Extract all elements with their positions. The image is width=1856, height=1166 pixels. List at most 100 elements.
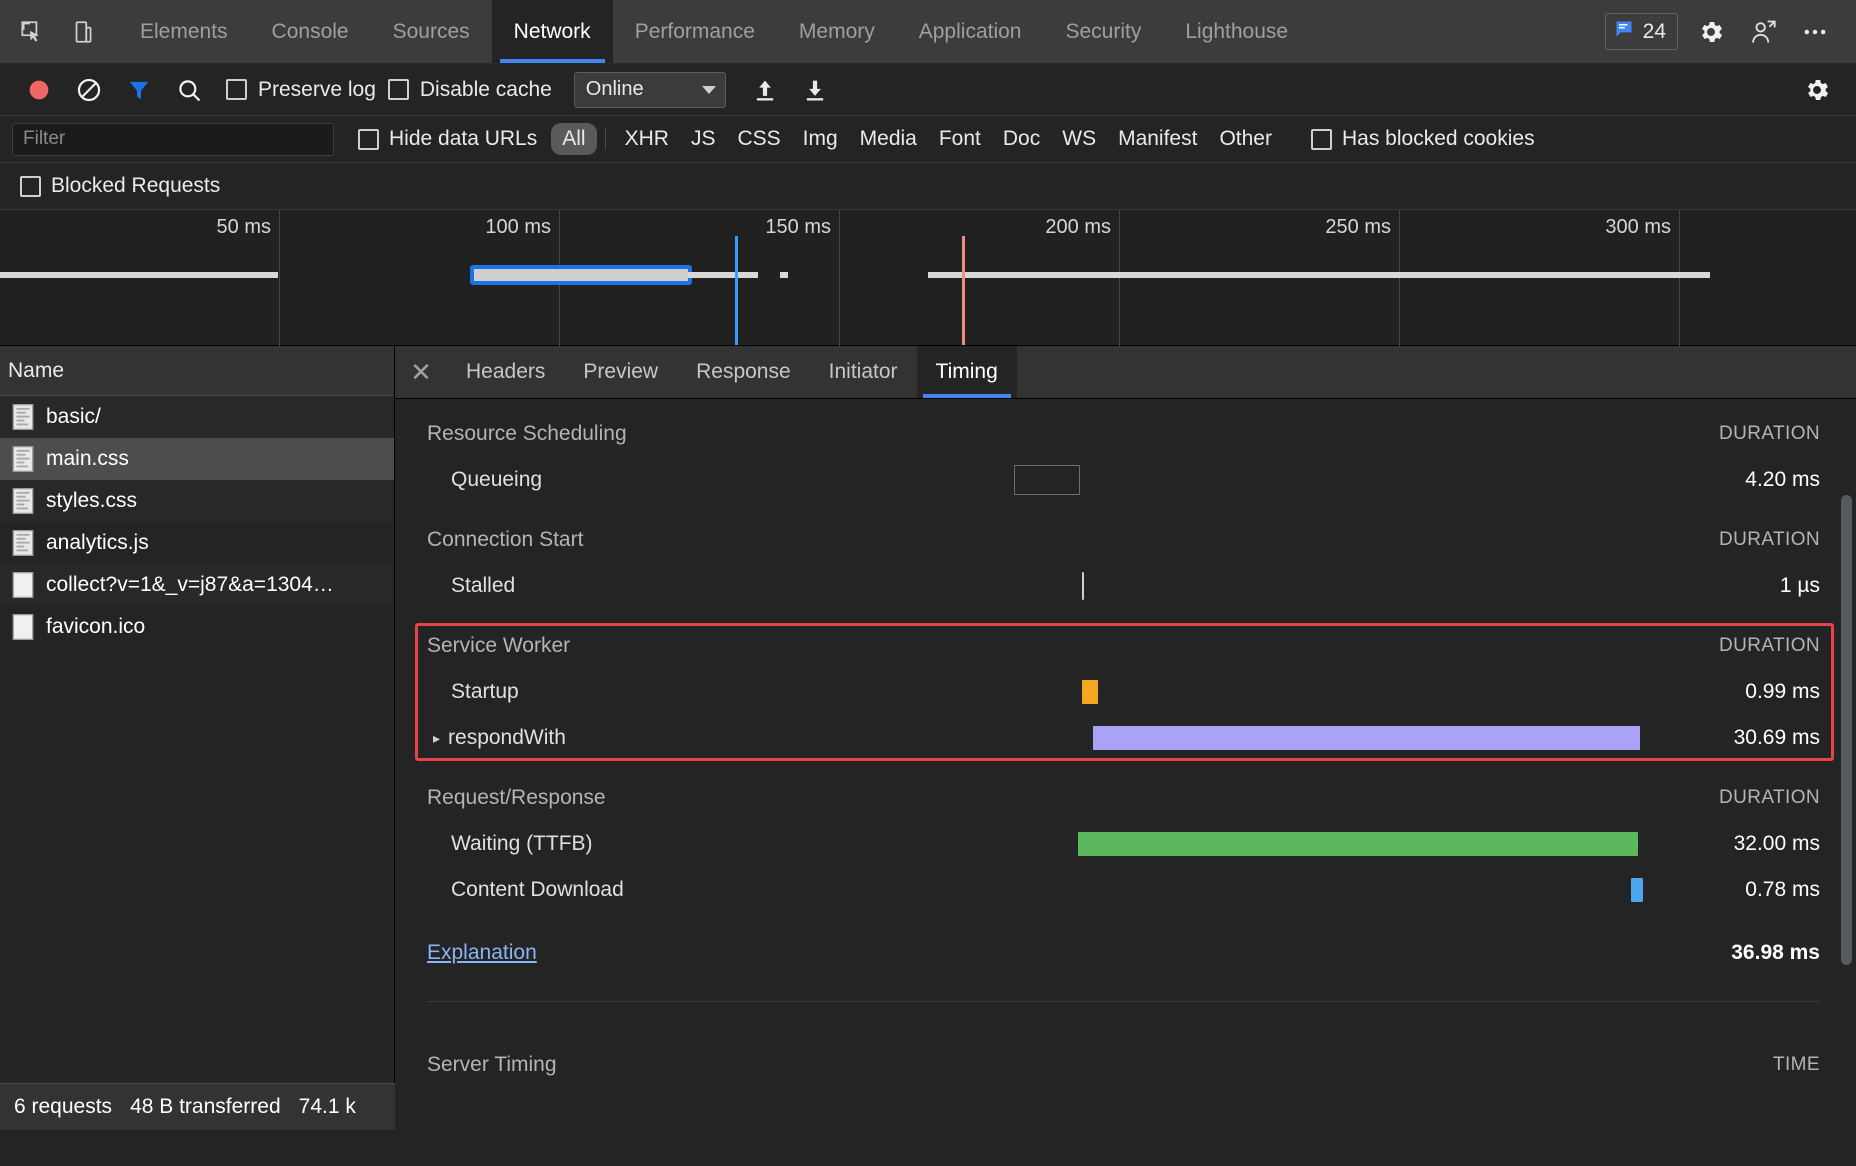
clear-icon[interactable] xyxy=(64,69,114,111)
inspect-element-icon[interactable] xyxy=(14,15,48,49)
preserve-log-box[interactable] xyxy=(226,79,247,100)
overview-tick-50ms: 50 ms xyxy=(217,216,279,239)
timing-row-stalled: Stalled 1 µs xyxy=(395,563,1856,609)
device-toolbar-icon[interactable] xyxy=(66,15,100,49)
type-filter-ws[interactable]: WS xyxy=(1051,123,1107,155)
timing-bar-area xyxy=(807,563,1688,609)
network-settings-gear-icon[interactable] xyxy=(1792,69,1842,111)
timing-row-respondwith[interactable]: ▸ respondWith 30.69 ms xyxy=(395,715,1856,761)
tab-timing[interactable]: Timing xyxy=(917,346,1017,398)
hide-data-urls-checkbox[interactable]: Hide data URLs xyxy=(358,127,537,151)
type-filter-all[interactable]: All xyxy=(551,123,596,155)
type-filter-img[interactable]: Img xyxy=(792,123,849,155)
type-filter-media[interactable]: Media xyxy=(849,123,928,155)
tab-label: Elements xyxy=(140,20,228,44)
type-filter-manifest[interactable]: Manifest xyxy=(1107,123,1208,155)
request-row-analytics-js[interactable]: analytics.js xyxy=(0,522,394,564)
request-name: basic/ xyxy=(46,405,101,429)
type-filter-doc[interactable]: Doc xyxy=(992,123,1051,155)
group-title: Resource Scheduling xyxy=(427,422,807,446)
overview-tick-250ms: 250 ms xyxy=(1325,216,1399,239)
close-icon[interactable]: ✕ xyxy=(395,346,447,398)
type-filter-font[interactable]: Font xyxy=(928,123,992,155)
has-blocked-cookies-box[interactable] xyxy=(1311,129,1332,150)
type-filter-other[interactable]: Other xyxy=(1208,123,1283,155)
hide-data-urls-label: Hide data URLs xyxy=(389,127,537,151)
has-blocked-cookies-checkbox[interactable]: Has blocked cookies xyxy=(1311,127,1535,151)
tab-preview[interactable]: Preview xyxy=(564,346,677,398)
timing-bar-area xyxy=(807,669,1688,715)
tab-elements[interactable]: Elements xyxy=(118,0,250,63)
devtools-tabbar: Elements Console Sources Network Perform… xyxy=(0,0,1856,64)
group-bar-area xyxy=(807,775,1688,821)
issues-badge[interactable]: 24 xyxy=(1605,13,1678,50)
tab-headers[interactable]: Headers xyxy=(447,346,564,398)
timing-duration: 1 µs xyxy=(1688,574,1820,598)
import-har-icon[interactable] xyxy=(740,69,790,111)
tab-sources[interactable]: Sources xyxy=(371,0,492,63)
section-divider xyxy=(427,1001,1820,1002)
tab-label: Network xyxy=(514,20,591,44)
timing-explanation-row: Explanation 36.98 ms xyxy=(395,927,1856,979)
network-filter-bar: Hide data URLs All XHR JS CSS Img Media … xyxy=(0,116,1856,163)
record-icon[interactable] xyxy=(14,69,64,111)
group-bar-area xyxy=(807,623,1688,669)
throttling-select[interactable]: Online xyxy=(574,72,726,108)
blocked-requests-checkbox[interactable]: Blocked Requests xyxy=(20,174,220,198)
hide-data-urls-box[interactable] xyxy=(358,129,379,150)
network-overview-timeline[interactable]: 50 ms 100 ms 150 ms 200 ms 250 ms 300 ms xyxy=(0,210,1856,346)
type-filter-css[interactable]: CSS xyxy=(726,123,791,155)
disable-cache-checkbox[interactable]: Disable cache xyxy=(388,78,552,102)
tab-application[interactable]: Application xyxy=(897,0,1044,63)
more-options-icon[interactable] xyxy=(1796,13,1834,51)
request-row-main-css[interactable]: main.css xyxy=(0,438,394,480)
request-detail-pane: ✕ Headers Preview Response Initiator Tim… xyxy=(395,346,1856,1130)
tab-performance[interactable]: Performance xyxy=(613,0,777,63)
timing-scrollbar[interactable] xyxy=(1841,459,1852,1099)
request-row-collect[interactable]: collect?v=1&_v=j87&a=1304… xyxy=(0,564,394,606)
tab-memory[interactable]: Memory xyxy=(777,0,897,63)
expand-triangle-icon[interactable]: ▸ xyxy=(433,730,440,747)
request-row-styles-css[interactable]: styles.css xyxy=(0,480,394,522)
tab-console[interactable]: Console xyxy=(250,0,371,63)
settings-gear-icon[interactable] xyxy=(1692,13,1730,51)
timing-bar-queueing xyxy=(1014,465,1080,495)
tab-response[interactable]: Response xyxy=(677,346,810,398)
tab-label: Lighthouse xyxy=(1185,20,1288,44)
panel-tab-list: Elements Console Sources Network Perform… xyxy=(118,0,1310,63)
account-user-icon[interactable] xyxy=(1744,13,1782,51)
blocked-requests-label: Blocked Requests xyxy=(51,174,220,198)
duration-header: DURATION xyxy=(1688,529,1820,551)
request-name: analytics.js xyxy=(46,531,149,555)
type-filter-js[interactable]: JS xyxy=(680,123,727,155)
timing-bar-area xyxy=(807,821,1688,867)
request-name: styles.css xyxy=(46,489,137,513)
tab-lighthouse[interactable]: Lighthouse xyxy=(1163,0,1310,63)
network-main-split: Name basic/ main.css xyxy=(0,346,1856,1130)
tab-initiator[interactable]: Initiator xyxy=(810,346,917,398)
dtab-label: Preview xyxy=(583,360,658,384)
explanation-link[interactable]: Explanation xyxy=(427,941,807,965)
preserve-log-checkbox[interactable]: Preserve log xyxy=(226,78,376,102)
timing-row-startup: Startup 0.99 ms xyxy=(395,669,1856,715)
funnel-icon[interactable] xyxy=(114,69,164,111)
group-title: Service Worker xyxy=(427,634,807,658)
request-row-basic[interactable]: basic/ xyxy=(0,396,394,438)
duration-header: DURATION xyxy=(1688,787,1820,809)
blocked-requests-box[interactable] xyxy=(20,176,41,197)
tab-security[interactable]: Security xyxy=(1043,0,1163,63)
request-row-favicon[interactable]: favicon.ico xyxy=(0,606,394,648)
tab-network[interactable]: Network xyxy=(492,0,613,63)
type-filter-xhr[interactable]: XHR xyxy=(614,123,680,155)
timing-label: Stalled xyxy=(427,574,807,598)
export-har-icon[interactable] xyxy=(790,69,840,111)
timing-scrollbar-thumb[interactable] xyxy=(1841,495,1852,965)
overview-selected-request[interactable] xyxy=(470,265,692,285)
search-icon[interactable] xyxy=(164,69,214,111)
disable-cache-box[interactable] xyxy=(388,79,409,100)
request-list-header[interactable]: Name xyxy=(0,346,394,396)
filter-input[interactable] xyxy=(12,123,334,156)
resource-type-filters: All XHR JS CSS Img Media Font Doc WS Man… xyxy=(551,123,1283,155)
timing-bar-area xyxy=(807,457,1688,503)
status-requests-count: 6 requests xyxy=(14,1095,112,1119)
